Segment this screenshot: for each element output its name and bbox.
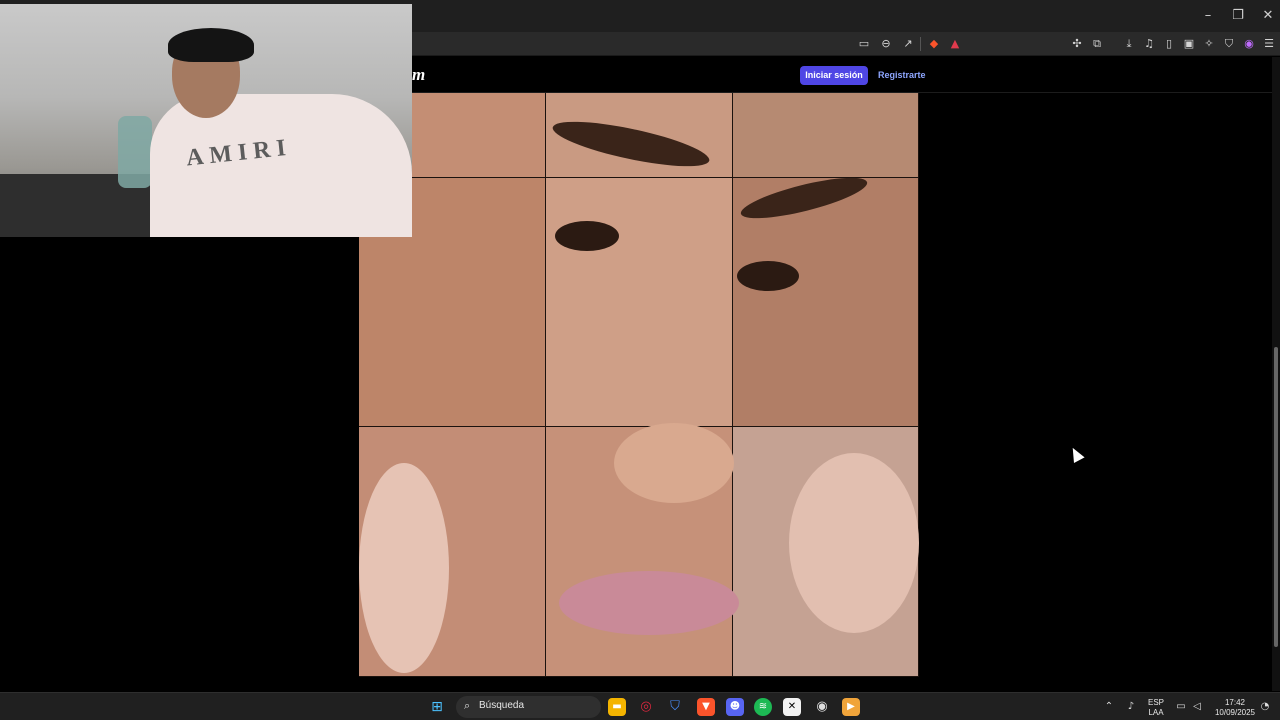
menu-icon[interactable]: ☰ xyxy=(1261,36,1277,52)
language-top: ESP xyxy=(1147,698,1164,707)
cast-icon[interactable]: ▭ xyxy=(856,36,872,52)
zoom-out-icon[interactable]: ⊖ xyxy=(878,36,894,52)
toolbar-divider xyxy=(920,37,921,51)
search-icon: ⌕ xyxy=(464,699,471,712)
media-player-icon[interactable]: ▶ xyxy=(842,698,860,716)
eye-shape xyxy=(555,221,619,251)
brave-icon[interactable]: ▼ xyxy=(697,698,715,716)
hand-shape xyxy=(359,463,449,673)
clock-date: 10/09/2025 xyxy=(1214,708,1256,717)
scrollbar-thumb[interactable] xyxy=(1274,347,1278,647)
webcam-bottle xyxy=(118,116,152,188)
microphone-icon[interactable]: ♪ xyxy=(1124,700,1138,714)
nose-shape xyxy=(614,423,734,503)
page-scrollbar[interactable] xyxy=(1272,57,1280,691)
security-icon[interactable]: ⛉ xyxy=(666,698,684,716)
profile-icon[interactable]: ◉ xyxy=(1241,36,1257,52)
spotify-icon[interactable]: ≋ xyxy=(754,698,772,716)
lips-shape xyxy=(559,571,739,635)
search-placeholder: Búsqueda xyxy=(479,700,525,711)
clock-time: 17:42 xyxy=(1224,698,1246,707)
steam-icon[interactable]: ◉ xyxy=(813,698,831,716)
brave-shields-icon[interactable]: ◆ xyxy=(926,36,942,52)
hand-shape xyxy=(789,453,919,633)
puzzle-board xyxy=(359,93,919,677)
register-link[interactable]: Registrarte xyxy=(878,66,926,85)
notification-bell-icon[interactable]: ◔ xyxy=(1258,700,1272,714)
leo-ai-icon[interactable]: ✧ xyxy=(1201,36,1217,52)
webcam-overlay: AMIRI xyxy=(0,4,412,237)
tray-overflow-icon[interactable]: ⌃ xyxy=(1102,700,1116,714)
login-button[interactable]: Iniciar sesión xyxy=(800,66,868,85)
restore-button[interactable]: ❐ xyxy=(1224,6,1252,26)
eye-shape xyxy=(737,261,799,291)
share-icon[interactable]: ↗ xyxy=(900,36,916,52)
discord-icon[interactable]: ☻ xyxy=(726,698,744,716)
file-explorer-icon[interactable]: ▬ xyxy=(608,698,626,716)
webcam-person-hair xyxy=(168,28,254,62)
opera-gx-icon[interactable]: ◎ xyxy=(637,698,655,716)
windows-start-icon[interactable]: ⊞ xyxy=(428,698,446,716)
brave-rewards-icon[interactable]: ▲ xyxy=(947,36,963,52)
volume-icon[interactable]: ◁ xyxy=(1190,700,1204,714)
language-bottom: LAA xyxy=(1148,708,1164,717)
taskbar-search-input[interactable]: ⌕ Búsqueda xyxy=(456,696,601,718)
download-icon[interactable]: ⤓ xyxy=(1121,36,1137,52)
vpn-icon[interactable]: ⛉ xyxy=(1221,36,1237,52)
capcut-icon[interactable]: ✕ xyxy=(783,698,801,716)
puzzle-tile[interactable] xyxy=(733,93,919,178)
clock[interactable]: 17:42 10/09/2025 xyxy=(1210,698,1260,718)
site-logo[interactable]: m xyxy=(412,65,425,85)
close-button[interactable]: ✕ xyxy=(1254,6,1280,26)
wallet-icon[interactable]: ▣ xyxy=(1181,36,1197,52)
extensions-icon[interactable]: ✣ xyxy=(1069,36,1085,52)
screenshot-icon[interactable]: ⧉ xyxy=(1089,36,1105,52)
network-icon[interactable]: ▭ xyxy=(1174,700,1188,714)
media-icon[interactable]: ♫ xyxy=(1141,36,1157,52)
language-indicator[interactable]: ESP LAA xyxy=(1146,698,1166,718)
minimize-button[interactable]: – xyxy=(1194,6,1222,26)
sidebar-icon[interactable]: ▯ xyxy=(1161,36,1177,52)
puzzle-tile[interactable] xyxy=(546,178,733,427)
windows-taskbar: ⊞ ⌕ Búsqueda ▬ ◎ ⛉ ▼ ☻ ≋ ✕ ◉ ▶ ⌃ ♪ ESP L… xyxy=(0,692,1280,720)
